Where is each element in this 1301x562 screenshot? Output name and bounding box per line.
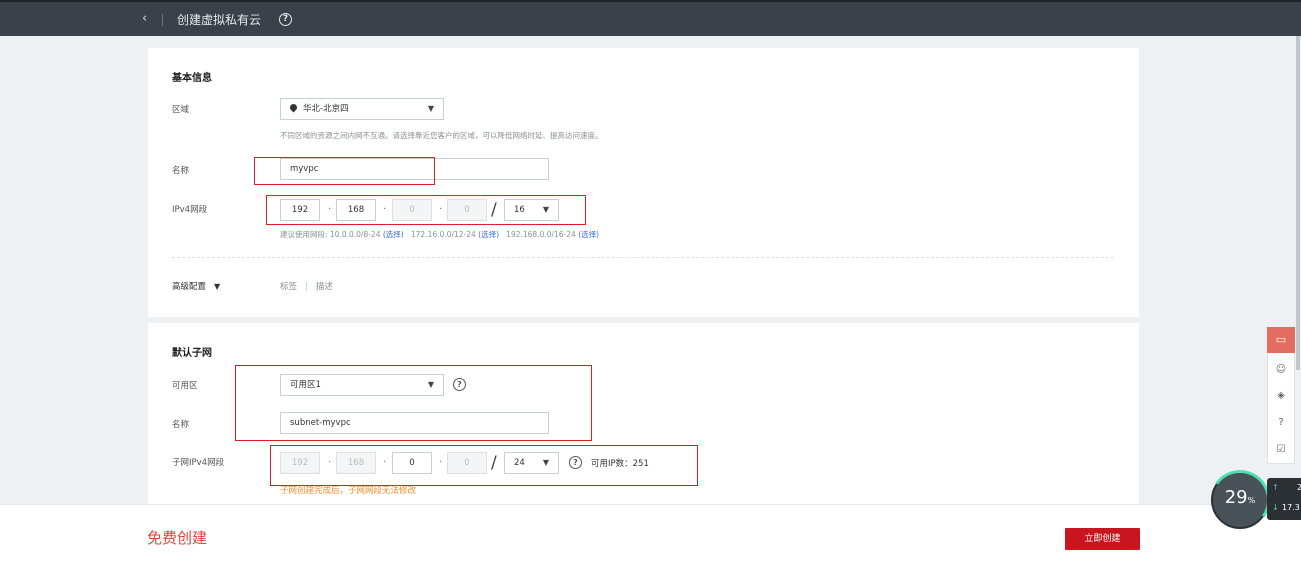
up-speed: 2 (1297, 483, 1301, 492)
divider (172, 257, 1114, 258)
caret-down-icon: ▼ (214, 282, 221, 291)
basic-info-card: 基本信息 区域 华北-北京四 ▼ 不同区域的资源之间内网不互通。请选择靠近您客户… (148, 48, 1139, 317)
chevron-left-icon[interactable]: ‹ (142, 12, 152, 26)
tag-label: 标签 (280, 282, 298, 292)
desc-label: 描述 (315, 282, 333, 292)
region-select[interactable]: 华北-北京四 ▼ (280, 98, 444, 120)
performance-gauge[interactable]: 29% (1205, 465, 1275, 535)
subnet-name-label: 名称 (172, 420, 190, 430)
arrow-up-icon: ↑ (1272, 483, 1279, 492)
section-title: 基本信息 (172, 73, 212, 84)
region-label: 区域 (172, 105, 190, 115)
top-bar: ‹ 创建虚拟私有云 ? (0, 0, 1301, 36)
gauge-value: 29% (1213, 487, 1267, 508)
gauge-unit: % (1247, 496, 1256, 505)
create-now-button[interactable]: 立即创建 (1065, 528, 1140, 550)
caret-down-icon: ▼ (427, 104, 434, 113)
free-label: 免费创建 (147, 529, 208, 547)
advanced-toggle[interactable]: 高级配置 ▼ (172, 280, 220, 292)
arrow-down-icon: ↓ (1272, 503, 1279, 512)
subnet-card: 默认子网 可用区 可用区1 ▼ ? 名称 subnet-myvpc 子网IPv4… (148, 323, 1139, 513)
network-speed-panel: ↑ 2 ↓ 17.3 (1267, 478, 1301, 520)
question-circle-icon[interactable]: ? (1268, 417, 1294, 428)
select-link-3[interactable]: (选择) (578, 230, 599, 239)
name-label: 名称 (172, 166, 190, 176)
az-label: 可用区 (172, 381, 198, 391)
footer-bar: 免费创建 立即创建 (0, 504, 1301, 562)
highlight-box (270, 445, 698, 486)
advanced-label: 高级配置 (172, 282, 207, 292)
subnet-ipv4-label: 子网IPv4网段 (172, 458, 225, 468)
select-link-1[interactable]: (选择) (383, 230, 404, 239)
gauge-percent: 29 (1224, 487, 1248, 508)
suggest-hint: 建议使用网段: 10.0.0.0/8-24 (选择) 172.16.0.0/12… (280, 229, 599, 240)
chat-icon[interactable]: ☺ (1268, 364, 1294, 375)
advanced-summary: 标签 | 描述 (280, 282, 333, 292)
checklist-icon[interactable]: ☑ (1268, 444, 1294, 455)
highlight-box (254, 157, 435, 185)
page-title: 创建虚拟私有云 (177, 13, 262, 27)
subnet-warning: 子网创建完成后，子网网段无法修改 (280, 486, 417, 496)
question-circle-icon[interactable]: ? (279, 13, 292, 26)
down-speed: 17.3 (1282, 503, 1300, 512)
select-link-2[interactable]: (选择) (478, 230, 499, 239)
separator (162, 14, 163, 26)
region-hint: 不同区域的资源之间内网不互通。请选择靠近您客户的区域，可以降低网络时延、提高访问… (280, 131, 603, 140)
section-title: 默认子网 (172, 348, 212, 359)
support-icon[interactable]: ◈ (1268, 390, 1294, 401)
floating-toolbar: ▭ ☺ ◈ ? ☑ (1267, 327, 1295, 464)
location-pin-icon (288, 102, 299, 113)
suggest-prefix: 建议使用网段: 10.0.0.0/8-24 (280, 230, 381, 239)
region-value: 华北-北京四 (303, 104, 349, 114)
highlight-box (266, 195, 586, 225)
highlight-box (235, 365, 592, 441)
feedback-icon[interactable]: ▭ (1267, 327, 1295, 353)
scrollbar[interactable] (1296, 36, 1300, 370)
ipv4-label: IPv4网段 (172, 205, 208, 215)
suggest-3: 192.168.0.0/16-24 (506, 230, 576, 239)
suggest-2: 172.16.0.0/12-24 (410, 230, 476, 239)
